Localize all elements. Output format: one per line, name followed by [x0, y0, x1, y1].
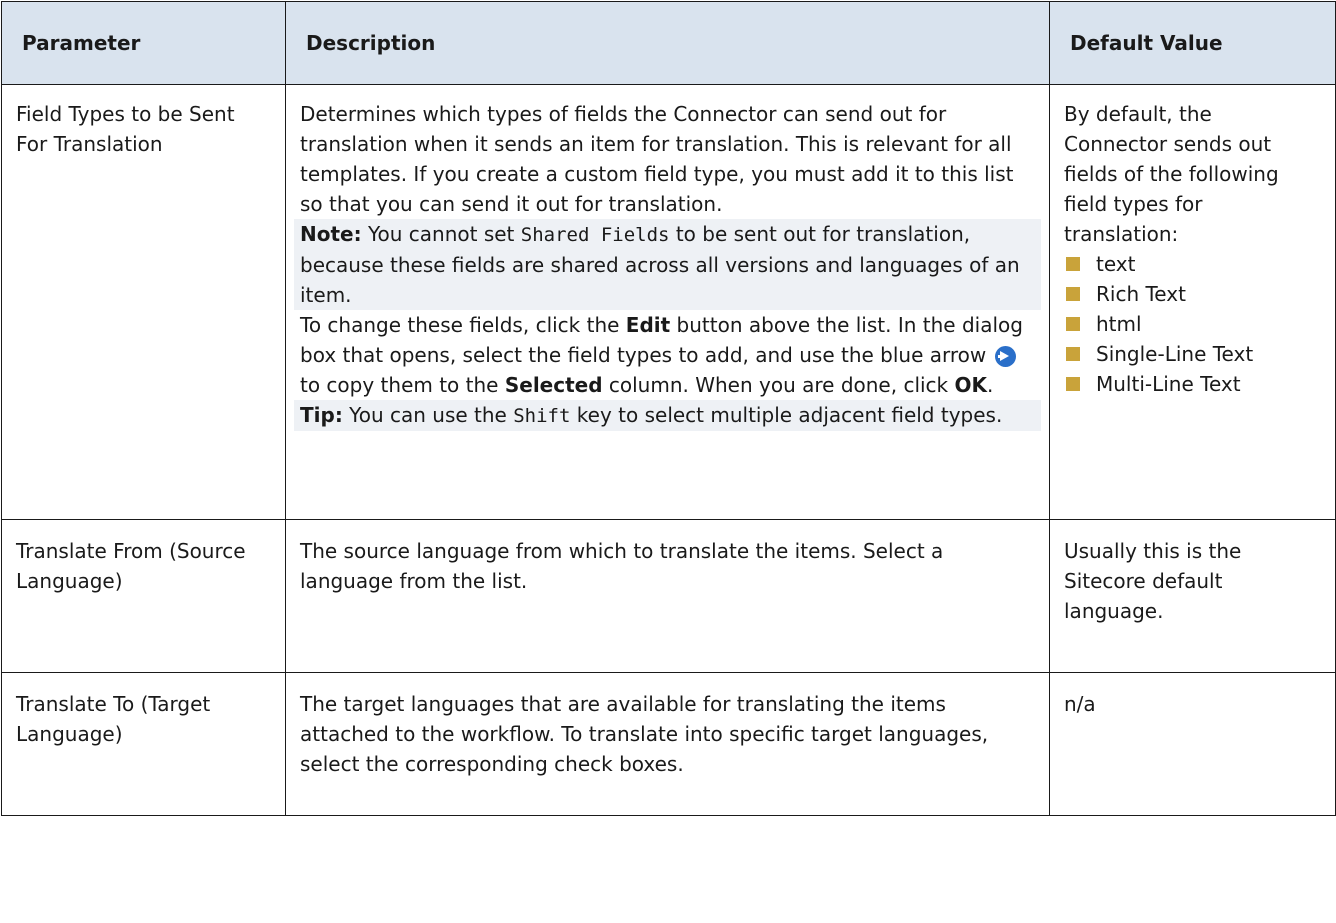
change-text-mid3: column. When you are done, click — [602, 373, 955, 397]
parameters-table: Parameter Description Default Value Fiel… — [1, 1, 1336, 816]
note-label: Note: — [300, 222, 362, 246]
list-item: html — [1064, 309, 1321, 339]
default-cell: n/a — [1049, 672, 1336, 816]
parameter-cell: Translate To (Target Language) — [1, 672, 286, 816]
tip-block: Tip: You can use the Shift key to select… — [294, 400, 1041, 431]
square-bullet-icon — [1066, 287, 1080, 301]
field-type-label: Rich Text — [1096, 282, 1186, 306]
shared-fields-code: Shared Fields — [520, 224, 670, 246]
change-text-end: . — [987, 373, 994, 397]
header-row: Parameter Description Default Value — [1, 1, 1336, 85]
list-item: text — [1064, 249, 1321, 279]
table-row: Field Types to be Sent For Translation D… — [1, 84, 1336, 520]
square-bullet-icon — [1066, 347, 1080, 361]
default-cell: Usually this is the Sitecore default lan… — [1049, 519, 1336, 673]
parameter-cell: Translate From (Source Language) — [1, 519, 286, 673]
field-type-label: Single-Line Text — [1096, 342, 1254, 366]
field-type-label: html — [1096, 312, 1142, 336]
note-block: Note: You cannot set Shared Fields to be… — [294, 219, 1041, 310]
list-item: Single-Line Text — [1064, 339, 1321, 369]
selected-label: Selected — [504, 373, 603, 397]
table-row: Translate To (Target Language) The targe… — [1, 672, 1336, 816]
square-bullet-icon — [1066, 317, 1080, 331]
description-text: Determines which types of fields the Con… — [300, 102, 1014, 216]
tip-label: Tip: — [300, 403, 343, 427]
ok-label: OK — [954, 373, 988, 397]
blue-right-arrow-icon — [994, 346, 1016, 367]
list-item: Multi-Line Text — [1064, 369, 1321, 399]
header-default-value: Default Value — [1049, 1, 1336, 85]
description-cell: The source language from which to transl… — [285, 519, 1050, 673]
default-cell: By default, the Connector sends out fiel… — [1049, 84, 1336, 520]
note-text: You cannot set — [361, 222, 521, 246]
default-intro: By default, the Connector sends out fiel… — [1064, 102, 1279, 246]
description-cell: The target languages that are available … — [285, 672, 1050, 816]
shift-key-code: Shift — [513, 405, 571, 427]
header-description: Description — [285, 1, 1050, 85]
field-type-label: text — [1096, 252, 1136, 276]
list-item: Rich Text — [1064, 279, 1321, 309]
parameter-cell: Field Types to be Sent For Translation — [1, 84, 286, 520]
parameter-name: Field Types to be Sent For Translation — [16, 102, 235, 156]
field-type-list: text Rich Text html Single-Line Text Mul… — [1064, 249, 1321, 399]
change-text-mid2: to copy them to the — [300, 373, 505, 397]
tip-text: You can use the — [342, 403, 514, 427]
change-instructions: To change these fields, click the Edit b… — [300, 310, 1035, 400]
header-parameter: Parameter — [1, 1, 286, 85]
table-row: Translate From (Source Language) The sou… — [1, 519, 1336, 673]
square-bullet-icon — [1066, 257, 1080, 271]
edit-label: Edit — [625, 313, 671, 337]
tip-text-end: key to select multiple adjacent field ty… — [570, 403, 1003, 427]
change-text: To change these fields, click the — [300, 313, 626, 337]
square-bullet-icon — [1066, 377, 1080, 391]
description-cell: Determines which types of fields the Con… — [285, 84, 1050, 520]
field-type-label: Multi-Line Text — [1096, 372, 1241, 396]
